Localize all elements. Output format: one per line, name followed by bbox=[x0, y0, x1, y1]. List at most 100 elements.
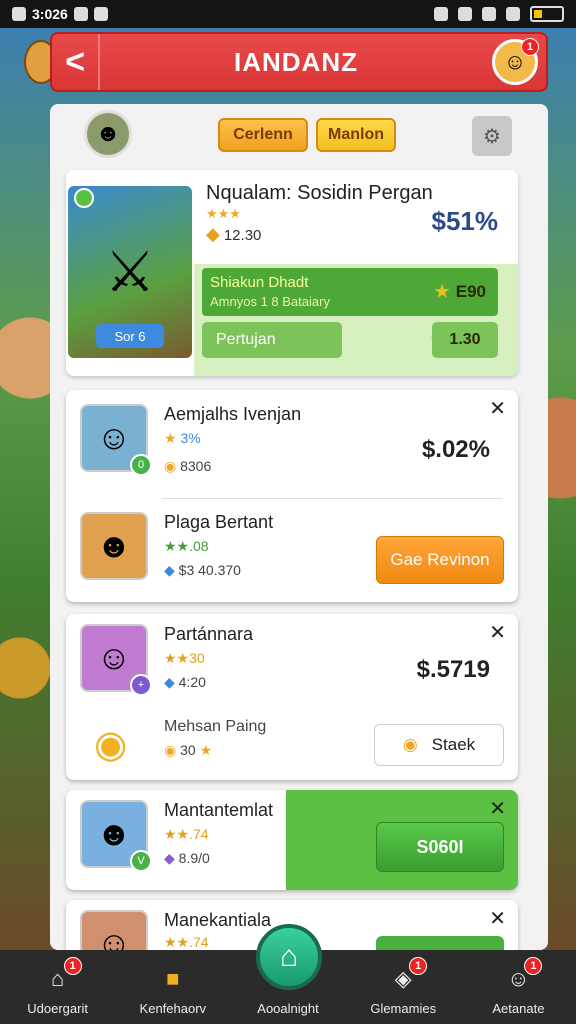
featured-price: $51% bbox=[431, 206, 499, 236]
home-center-button[interactable]: ⌂ bbox=[256, 924, 322, 990]
featured-hero-art: ⚔ Sor 6 bbox=[68, 186, 192, 358]
nav-badge: 1 bbox=[524, 957, 543, 975]
hero-face-icon: ☺ bbox=[96, 638, 132, 677]
promo-title: Shiakun Dhadt bbox=[210, 274, 309, 291]
divider bbox=[162, 498, 502, 499]
nav-badge: 1 bbox=[409, 957, 428, 975]
item-rating: ★★.08 bbox=[164, 538, 209, 554]
home-icon: ⌂ 1 bbox=[42, 957, 82, 995]
nav-home[interactable]: ⌂ 1 Udoergarit bbox=[0, 950, 115, 1024]
close-icon[interactable]: ✕ bbox=[489, 620, 506, 645]
hero-face-icon: ☺ bbox=[96, 924, 132, 951]
nav-games[interactable]: ◈ 1 Glemamies bbox=[346, 950, 461, 1024]
location-icon bbox=[458, 7, 472, 21]
promo-value-row: ★ E90 bbox=[435, 282, 487, 302]
item-price: $.02% bbox=[421, 436, 490, 463]
item-coins: $3 40.370 bbox=[178, 562, 241, 578]
item-coins-row: ◆ $3 40.370 bbox=[164, 562, 241, 579]
gem-icon: ◆ bbox=[164, 850, 179, 866]
pet-icon: ☺ 1 bbox=[502, 957, 543, 995]
item-price: $.5719 bbox=[416, 656, 490, 683]
offer-card: ✕ ☻ V Mantantemlat ★★.74 ◆ 8.9/0 S060I bbox=[66, 790, 518, 890]
offer-card: ✕ ☺ 0 Aemjalhs Ivenjan ★ 3% ◉ 8306 $.02%… bbox=[66, 390, 518, 602]
profile-avatar[interactable]: ☺ 1 bbox=[492, 38, 539, 85]
featured-title: Nqualam: Sosidin Pergan bbox=[206, 182, 433, 204]
back-button[interactable]: < bbox=[52, 34, 100, 90]
featured-promo-area: Shiakun Dhadt Amnyos 1 8 Bataiary ★ E90 P… bbox=[194, 264, 518, 376]
close-icon[interactable]: ✕ bbox=[489, 906, 506, 931]
coin-icon: ◉ bbox=[164, 458, 181, 474]
settings-button[interactable]: ⚙ bbox=[472, 116, 512, 156]
get-button[interactable]: Gae Revinon bbox=[376, 536, 504, 584]
item-name: Aemjalhs Ivenjan bbox=[164, 404, 302, 424]
warrior-icon: ⚔ bbox=[104, 240, 156, 303]
game-controller-icon bbox=[93, 7, 108, 21]
badge-icon: 0 bbox=[130, 454, 152, 476]
wifi-icon bbox=[482, 7, 496, 21]
coin-icon: ◉ bbox=[164, 742, 181, 758]
item-rating: ★★.74 bbox=[164, 934, 209, 950]
shield-icon: ◈ 1 bbox=[387, 957, 428, 995]
notification-icon bbox=[73, 7, 88, 21]
featured-tag-button[interactable]: Sor 6 bbox=[96, 324, 164, 348]
featured-stars: ★★★ bbox=[206, 206, 241, 221]
featured-right-button[interactable]: 1.30 bbox=[432, 322, 498, 358]
player-avatar[interactable]: ☻ bbox=[84, 110, 132, 158]
item-icon: ☻ V bbox=[80, 800, 152, 872]
promo-value: E90 bbox=[455, 282, 486, 301]
nav-profile[interactable]: ☺ 1 Aetanate bbox=[461, 950, 576, 1024]
panel-top-row: ☻ Cerlenn Manlon ⚙ bbox=[50, 104, 548, 168]
notification-badge: 1 bbox=[521, 38, 539, 56]
app-icon bbox=[12, 7, 26, 21]
item-icon: ☺ 0 bbox=[80, 404, 152, 476]
stack-button[interactable]: ◉ Staek bbox=[374, 724, 504, 766]
item-coins-row: ◉ 8306 bbox=[164, 458, 211, 475]
nav-shop[interactable]: ■ Kenfehaorv bbox=[115, 950, 230, 1024]
house-icon: ⌂ bbox=[279, 940, 299, 973]
featured-left-button[interactable]: Pertujan bbox=[202, 322, 342, 358]
bag-icon: ■ bbox=[166, 966, 180, 991]
item-rating: ★★.74 bbox=[164, 826, 209, 842]
featured-offer-card[interactable]: ⚔ Sor 6 Nqualam: Sosidin Pergan ★★★ ◆ 12.… bbox=[66, 170, 518, 376]
signal-icon bbox=[506, 7, 520, 21]
shield-icon: ◆ bbox=[164, 674, 179, 690]
close-icon[interactable]: ✕ bbox=[489, 396, 506, 421]
page-title: IANDANZ bbox=[234, 46, 358, 77]
tab-cerlenn[interactable]: Cerlenn bbox=[218, 118, 308, 152]
star-icon: ★ bbox=[164, 430, 181, 446]
item-rating: 3% bbox=[180, 430, 201, 446]
item-coins-row: ◆ 8.9/0 bbox=[164, 850, 210, 867]
featured-gem-value: 12.30 bbox=[223, 227, 262, 244]
item-coins-row: ◉ 30 ★ bbox=[164, 742, 212, 759]
buy-button[interactable] bbox=[376, 936, 504, 950]
buy-button[interactable]: S060I bbox=[376, 822, 504, 872]
status-bar: 3:026 bbox=[0, 0, 576, 28]
badge-icon: + bbox=[130, 674, 152, 696]
battery-icon bbox=[530, 6, 564, 22]
item-coins: 4:20 bbox=[178, 674, 206, 690]
image-icon bbox=[434, 7, 448, 21]
hero-face-icon: ☻ bbox=[95, 120, 121, 147]
item-name: Mehsan Paing bbox=[164, 718, 267, 735]
shop-panel: ☻ Cerlenn Manlon ⚙ ⚔ Sor 6 Nqualam: Sosi… bbox=[50, 104, 548, 950]
item-coins: 8.9/0 bbox=[178, 850, 210, 866]
gold-creature-icon: ☻ bbox=[96, 814, 132, 853]
hat-hero-icon: ☻ bbox=[96, 526, 132, 565]
item-coins: 30 bbox=[180, 742, 196, 758]
item-icon: ☺ + bbox=[80, 624, 152, 696]
item-name: Mantantemlat bbox=[164, 800, 274, 820]
nav-label: Glemamies bbox=[370, 1001, 437, 1016]
item-name: Manekantiala bbox=[164, 910, 272, 930]
promo-subtitle: Amnyos 1 8 Bataiary bbox=[210, 294, 330, 309]
close-icon[interactable]: ✕ bbox=[489, 796, 506, 821]
nav-label: Udoergarit bbox=[27, 1001, 88, 1016]
tab-manlon[interactable]: Manlon bbox=[316, 118, 396, 152]
nav-label: Kenfehaorv bbox=[139, 1001, 207, 1016]
gear-icon: ⚙ bbox=[483, 125, 501, 148]
item-name: Plaga Bertant bbox=[164, 512, 274, 532]
badge-icon: V bbox=[130, 850, 152, 872]
timer-icon: ◉ bbox=[94, 724, 128, 766]
promo-banner[interactable]: Shiakun Dhadt Amnyos 1 8 Bataiary ★ E90 bbox=[202, 268, 498, 316]
nav-label: Aooalnight bbox=[257, 1001, 319, 1016]
featured-gem-row: ◆ 12.30 bbox=[206, 224, 261, 245]
